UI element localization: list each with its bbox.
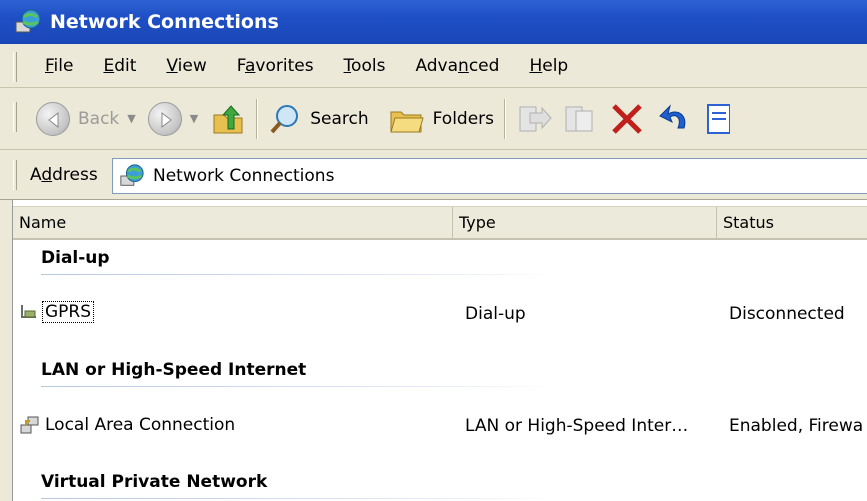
group-header-dial-up: Dial-up <box>41 248 110 268</box>
menu-view[interactable]: View <box>151 56 221 76</box>
up-folder-button[interactable] <box>210 101 246 137</box>
views-icon <box>707 103 731 134</box>
column-header-name[interactable]: Name <box>13 207 453 238</box>
menu-edit[interactable]: Edit <box>88 56 151 76</box>
group-divider <box>41 386 561 387</box>
move-to-button[interactable] <box>516 101 554 137</box>
connection-type: LAN or High-Speed Inter… <box>465 416 689 436</box>
back-button[interactable]: Back <box>36 101 120 136</box>
search-button[interactable]: Search <box>268 102 369 136</box>
folders-label: Folders <box>432 108 495 129</box>
toolbar-separator <box>504 98 507 139</box>
column-name-label: Name <box>19 213 67 232</box>
group-header-lan: LAN or High-Speed Internet <box>41 360 307 380</box>
connections-list: Name Type Status Dial-up GPRS Dial-up Di… <box>13 200 867 501</box>
views-button[interactable] <box>706 101 731 137</box>
addressbar-grip[interactable] <box>13 160 17 190</box>
group-divider <box>41 274 561 275</box>
title-bar[interactable]: Network Connections <box>0 0 867 44</box>
connection-type: Dial-up <box>465 304 526 324</box>
list-item-gprs[interactable]: GPRS Dial-up Disconnected <box>13 296 867 330</box>
column-header-status[interactable]: Status <box>717 207 867 238</box>
back-arrow-icon <box>36 101 70 136</box>
address-label: Address <box>30 164 98 185</box>
column-header-type[interactable]: Type <box>453 207 717 238</box>
address-input[interactable]: Network Connections <box>112 158 867 194</box>
undo-icon <box>659 103 686 128</box>
forward-button[interactable] <box>147 101 182 136</box>
delete-button[interactable] <box>610 102 644 136</box>
menu-file[interactable]: File <box>30 56 88 76</box>
menubar-grip[interactable] <box>13 52 17 82</box>
delete-x-icon <box>612 103 642 134</box>
move-to-icon <box>519 106 552 131</box>
menu-advanced[interactable]: Advanced <box>400 56 514 76</box>
standard-toolbar: Back ▼ ▼ Search Folders <box>0 88 867 150</box>
toolbar-separator <box>256 98 259 139</box>
left-pane-edge <box>0 200 13 501</box>
search-label: Search <box>310 108 369 129</box>
column-type-label: Type <box>459 213 496 232</box>
forward-arrow-icon <box>147 101 182 136</box>
search-icon <box>270 104 299 133</box>
window-title: Network Connections <box>50 11 279 33</box>
network-globe-icon <box>14 8 42 36</box>
connection-status: Disconnected <box>729 304 845 324</box>
copy-to-icon <box>565 106 593 131</box>
lan-connection-icon <box>20 416 39 434</box>
connection-name: GPRS <box>41 301 95 323</box>
list-item-local-area-connection[interactable]: Local Area Connection LAN or High-Speed … <box>13 408 867 442</box>
toolbar-grip[interactable] <box>13 102 17 132</box>
forward-dropdown-icon[interactable]: ▼ <box>190 112 198 125</box>
back-label: Back <box>78 108 120 129</box>
address-bar: Address Network Connections <box>0 150 867 200</box>
copy-to-button[interactable] <box>562 101 600 137</box>
folders-icon <box>389 111 424 132</box>
address-value: Network Connections <box>153 166 335 186</box>
group-header-vpn: Virtual Private Network <box>41 472 268 492</box>
column-status-label: Status <box>723 213 774 232</box>
menu-tools[interactable]: Tools <box>329 56 401 76</box>
connection-name: Local Area Connection <box>45 415 236 435</box>
undo-button[interactable] <box>658 102 692 136</box>
network-globe-icon <box>120 164 144 186</box>
menu-help[interactable]: Help <box>514 56 583 76</box>
list-header: Name Type Status <box>13 206 867 240</box>
back-dropdown-icon[interactable]: ▼ <box>127 112 135 125</box>
folders-button[interactable]: Folders <box>389 102 494 136</box>
dial-up-connection-icon <box>21 305 36 318</box>
group-divider <box>41 498 561 499</box>
menu-bar: File Edit View Favorites Tools Advanced … <box>0 44 867 88</box>
up-folder-icon <box>213 104 243 133</box>
menu-favorites[interactable]: Favorites <box>222 56 329 76</box>
connection-status: Enabled, Firewa <box>729 416 864 436</box>
